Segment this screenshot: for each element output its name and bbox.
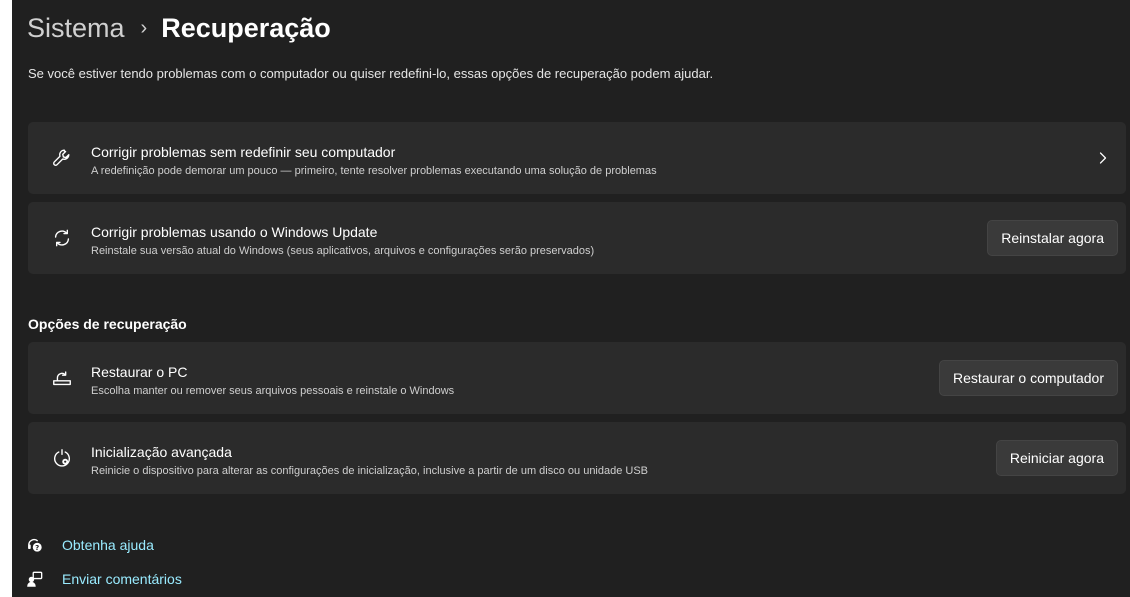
settings-window: Sistema › Recuperação Se você estiver te… [12, 0, 1130, 597]
card-subtitle: Escolha manter ou remover seus arquivos … [91, 385, 455, 397]
card-title: Restaurar o PC [91, 364, 188, 380]
breadcrumb: Sistema › Recuperação [27, 8, 331, 48]
card-subtitle: Reinicie o dispositivo para alterar as c… [91, 465, 649, 477]
get-help-label[interactable]: Obtenha ajuda [62, 537, 154, 553]
feedback-icon [26, 570, 44, 588]
help-icon: ? [26, 536, 44, 554]
reinstall-now-button[interactable]: Reinstalar agora [987, 220, 1118, 256]
page-title: Recuperação [161, 12, 331, 43]
chevron-right-icon [1094, 148, 1112, 168]
send-feedback-link[interactable]: Enviar comentários [26, 568, 182, 590]
reset-pc-card: Restaurar o PC Escolha manter ou remover… [28, 342, 1126, 414]
reset-pc-icon [50, 366, 74, 390]
sync-icon [50, 226, 74, 250]
card-title: Corrigir problemas usando o Windows Upda… [91, 224, 378, 240]
section-title: Opções de recuperação [28, 316, 187, 332]
troubleshoot-card[interactable]: Corrigir problemas sem redefinir seu com… [28, 122, 1126, 194]
svg-text:?: ? [35, 543, 39, 552]
reset-pc-button[interactable]: Restaurar o computador [939, 360, 1118, 396]
card-title: Inicialização avançada [91, 444, 232, 460]
get-help-link[interactable]: ? Obtenha ajuda [26, 534, 154, 556]
page-description: Se você estiver tendo problemas com o co… [28, 66, 714, 81]
restart-now-button[interactable]: Reiniciar agora [995, 440, 1118, 476]
breadcrumb-parent[interactable]: Sistema [27, 14, 125, 42]
advanced-startup-card: Inicialização avançada Reinicie o dispos… [28, 422, 1126, 494]
card-title: Corrigir problemas sem redefinir seu com… [91, 144, 396, 160]
send-feedback-label[interactable]: Enviar comentários [62, 571, 182, 587]
breadcrumb-separator: › [140, 17, 148, 39]
card-subtitle: A redefinição pode demorar um pouco — pr… [91, 165, 657, 177]
windows-update-card: Corrigir problemas usando o Windows Upda… [28, 202, 1126, 274]
advanced-startup-icon [50, 446, 74, 470]
wrench-icon [50, 146, 74, 170]
card-subtitle: Reinstale sua versão atual do Windows (s… [91, 245, 595, 257]
